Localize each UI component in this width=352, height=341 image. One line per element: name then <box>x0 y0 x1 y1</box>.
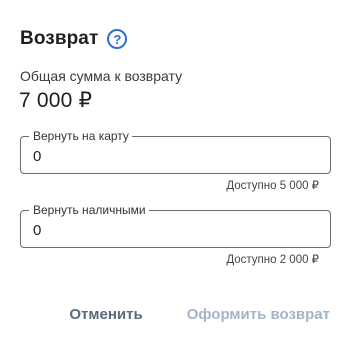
refund-dialog: Возврат ? Общая сумма к возврату 7 000 ₽… <box>0 0 352 341</box>
refund-cash-label: Вернуть наличными <box>29 202 149 218</box>
dialog-header: Возврат ? <box>20 27 128 51</box>
cancel-button[interactable]: Отменить <box>69 306 142 323</box>
submit-refund-button[interactable]: Оформить возврат <box>187 306 330 323</box>
total-refund-label: Общая сумма к возврату <box>20 68 183 84</box>
help-icon[interactable]: ? <box>107 29 128 49</box>
refund-to-card-input[interactable] <box>33 146 313 166</box>
refund-cash-input[interactable] <box>33 220 313 240</box>
refund-to-card-label: Вернуть на карту <box>29 128 132 144</box>
card-available-hint: Доступно 5 000 ₽ <box>226 180 319 192</box>
refund-cash-field[interactable]: Вернуть наличными <box>20 202 331 248</box>
dialog-actions: Отменить Оформить возврат <box>69 306 330 323</box>
total-refund-amount: 7 000 ₽ <box>19 89 93 112</box>
cash-available-hint: Доступно 2 000 ₽ <box>226 254 319 266</box>
dialog-title: Возврат <box>20 28 99 49</box>
refund-to-card-field[interactable]: Вернуть на карту <box>20 128 331 174</box>
